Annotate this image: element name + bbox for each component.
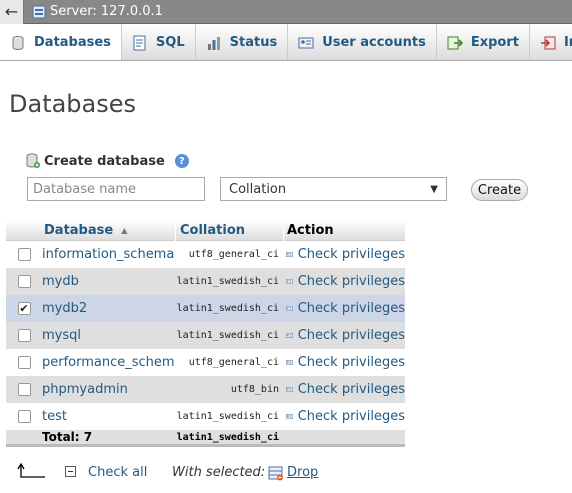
create-database-heading: Create database ?: [26, 153, 189, 169]
database-name-link[interactable]: phpmyadmin: [42, 382, 175, 397]
check-privileges-label: Check privileges: [297, 355, 405, 370]
database-name-link[interactable]: information_schema: [42, 247, 175, 262]
sql-icon: [133, 35, 146, 50]
check-privileges-link[interactable]: Check privileges: [283, 355, 405, 370]
check-privileges-label: Check privileges: [297, 301, 405, 316]
bulk-actions-bar: Check all With selected: Drop: [0, 460, 572, 488]
user-accounts-icon: [298, 37, 314, 48]
table-row: ✔ mydb2 latin1_swedish_ci Check privileg…: [6, 295, 405, 322]
database-name-link[interactable]: performance_schema: [42, 355, 175, 370]
row-checkbox[interactable]: [17, 410, 31, 423]
check-privileges-label: Check privileges: [297, 409, 405, 424]
privileges-icon: [286, 387, 293, 392]
database-collation: latin1_swedish_ci: [176, 303, 279, 314]
table-row: test latin1_swedish_ci Check privileges: [6, 403, 405, 430]
check-privileges-link[interactable]: Check privileges: [283, 328, 405, 343]
collation-column-header[interactable]: Collation: [175, 220, 283, 241]
collation-selected-value: Collation: [229, 181, 287, 197]
tab-label: Export: [470, 35, 519, 50]
tab-label: Impo: [563, 35, 572, 50]
check-all-link[interactable]: Check all: [88, 465, 147, 480]
table-row: mysql latin1_swedish_ci Check privileges: [6, 322, 405, 349]
create-database-label: Create database: [44, 153, 165, 169]
server-bar: ← Server: 127.0.0.1: [0, 0, 572, 24]
database-collation: latin1_swedish_ci: [176, 411, 279, 422]
row-checkbox[interactable]: [17, 275, 31, 288]
back-arrow-button[interactable]: ←: [0, 0, 24, 24]
database-collation: latin1_swedish_ci: [176, 276, 279, 287]
database-icon: [12, 35, 24, 50]
tab-user-accounts[interactable]: User accounts: [288, 24, 437, 60]
tab-export[interactable]: Export: [437, 24, 530, 60]
total-collation: latin1_swedish_ci: [176, 431, 279, 443]
row-checkbox[interactable]: [17, 383, 31, 396]
with-selected-label: With selected:: [172, 465, 266, 480]
import-icon: [540, 36, 556, 49]
tab-import[interactable]: Impo: [530, 24, 572, 60]
server-title[interactable]: Server: 127.0.0.1: [50, 4, 163, 19]
privileges-icon: [286, 306, 293, 311]
tab-label: User accounts: [322, 35, 426, 50]
database-collation: utf8_bin: [230, 384, 279, 395]
table-row: information_schema utf8_general_ci Check…: [6, 241, 405, 268]
row-checkbox[interactable]: ✔: [17, 302, 31, 315]
table-header: Database ▲ Collation Action: [6, 220, 405, 241]
database-name-link[interactable]: mydb: [42, 274, 175, 289]
check-all-checkbox[interactable]: [65, 466, 76, 477]
database-collation: utf8_general_ci: [188, 357, 279, 368]
tab-sql[interactable]: SQL: [122, 24, 196, 60]
privileges-icon: [286, 252, 293, 257]
server-icon: [32, 5, 46, 18]
main-tab-bar: Databases SQL Status User accounts Expor…: [0, 24, 572, 61]
sort-ascending-icon: ▲: [121, 226, 128, 235]
arrow-up-left-icon: [17, 463, 45, 478]
database-name-link[interactable]: test: [42, 409, 175, 424]
collation-select[interactable]: Collation ▼: [220, 177, 447, 201]
total-label: Total: 7: [42, 430, 93, 444]
privileges-icon: [286, 360, 293, 365]
help-icon[interactable]: ?: [174, 154, 189, 168]
database-name-link[interactable]: mydb2: [42, 301, 175, 316]
page-title: Databases: [9, 90, 137, 118]
check-privileges-link[interactable]: Check privileges: [283, 301, 405, 316]
tab-databases[interactable]: Databases: [0, 24, 122, 60]
check-privileges-label: Check privileges: [297, 274, 405, 289]
privileges-icon: [286, 333, 293, 338]
total-row: Total: 7 latin1_swedish_ci: [6, 430, 405, 447]
database-header-label: Database: [44, 223, 114, 238]
privileges-icon: [286, 279, 293, 284]
databases-table: Database ▲ Collation Action information_…: [6, 220, 405, 447]
status-icon: [207, 36, 220, 50]
table-row: performance_schema utf8_general_ci Check…: [6, 349, 405, 376]
tab-label: SQL: [155, 35, 185, 50]
new-database-icon: [26, 153, 40, 168]
database-collation: latin1_swedish_ci: [176, 330, 279, 341]
check-privileges-label: Check privileges: [297, 247, 405, 262]
check-privileges-link[interactable]: Check privileges: [283, 382, 405, 397]
tab-label: Databases: [34, 35, 111, 50]
row-checkbox[interactable]: [17, 329, 31, 342]
row-checkbox[interactable]: [17, 248, 31, 261]
table-row: mydb latin1_swedish_ci Check privileges: [6, 268, 405, 295]
drop-button[interactable]: Drop: [287, 465, 318, 480]
database-name-link[interactable]: mysql: [42, 328, 175, 343]
table-row: phpmyadmin utf8_bin Check privileges: [6, 376, 405, 403]
drop-icon: [268, 466, 283, 481]
check-privileges-link[interactable]: Check privileges: [283, 274, 405, 289]
create-button[interactable]: Create: [471, 179, 528, 201]
check-privileges-link[interactable]: Check privileges: [283, 247, 405, 262]
action-column-header: Action: [283, 220, 405, 241]
dropdown-arrow-icon: ▼: [430, 183, 438, 195]
check-privileges-link[interactable]: Check privileges: [283, 409, 405, 424]
database-collation: utf8_general_ci: [188, 249, 279, 260]
row-checkbox[interactable]: [17, 356, 31, 369]
database-name-input[interactable]: [27, 177, 205, 201]
export-icon: [447, 36, 463, 49]
privileges-icon: [286, 414, 293, 419]
tab-status[interactable]: Status: [196, 24, 289, 60]
check-privileges-label: Check privileges: [297, 328, 405, 343]
tab-label: Status: [229, 35, 278, 50]
check-privileges-label: Check privileges: [297, 382, 405, 397]
database-column-header[interactable]: Database ▲: [6, 220, 175, 241]
